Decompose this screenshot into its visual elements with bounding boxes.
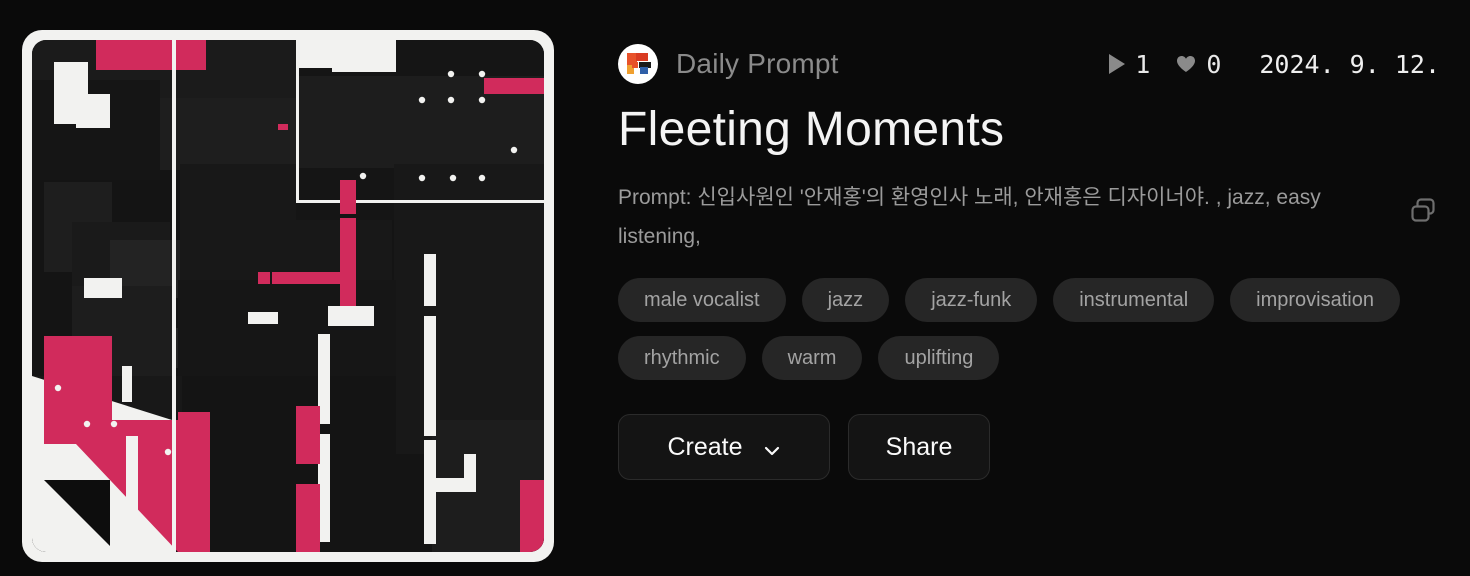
artwork-shapes (32, 40, 544, 552)
prompt-block: Prompt: 신입사원인 '안재홍'의 환영인사 노래, 안재홍은 디자이너야… (618, 179, 1440, 257)
tag-chip[interactable]: jazz (801, 278, 890, 323)
tag-chip[interactable]: improvisation (1230, 278, 1400, 323)
tag-chip[interactable]: warm (761, 336, 863, 381)
channel-name[interactable]: Daily Prompt (676, 48, 839, 80)
artwork-canvas (32, 40, 544, 552)
like-count: 0 (1176, 50, 1221, 79)
album-artwork[interactable] (22, 30, 554, 562)
chevron-down-icon (763, 438, 781, 456)
copy-icon[interactable] (1406, 193, 1440, 227)
tag-chip[interactable]: rhythmic (618, 336, 746, 381)
create-button-label: Create (667, 432, 743, 461)
logo-block (636, 52, 648, 61)
action-buttons: Create Share (618, 414, 1440, 481)
logo-block (631, 61, 638, 68)
artwork-frame (22, 30, 554, 562)
like-count-value: 0 (1206, 49, 1222, 79)
track-detail-page: Daily Prompt 1 0 2024. 9. 12. Fleeting M… (0, 0, 1470, 576)
heart-icon (1176, 55, 1196, 73)
track-detail-panel: Daily Prompt 1 0 2024. 9. 12. Fleeting M… (554, 0, 1470, 481)
publish-date: 2024. 9. 12. (1259, 49, 1440, 79)
play-count-value: 1 (1135, 49, 1151, 79)
share-button[interactable]: Share (848, 414, 990, 481)
tag-chip[interactable]: jazz-funk (905, 278, 1038, 323)
logo-block (639, 67, 648, 75)
meta-row: Daily Prompt 1 0 2024. 9. 12. (618, 42, 1440, 86)
play-count: 1 (1109, 50, 1150, 79)
create-button[interactable]: Create (618, 414, 830, 481)
prompt-text: Prompt: 신입사원인 '안재홍'의 환영인사 노래, 안재홍은 디자이너야… (618, 185, 1321, 248)
stats-group: 1 0 2024. 9. 12. (1083, 50, 1440, 79)
share-button-label: Share (885, 432, 953, 461)
page-title: Fleeting Moments (618, 103, 1005, 156)
play-icon (1109, 54, 1126, 74)
tag-chip[interactable]: instrumental (1053, 278, 1215, 323)
channel-avatar[interactable] (618, 44, 658, 84)
tag-chip[interactable]: male vocalist (618, 278, 786, 323)
art-bottom-left-composition (32, 40, 518, 552)
tag-chip[interactable]: uplifting (878, 336, 1000, 381)
tag-list: male vocalist jazz jazz-funk instrumental im… (618, 278, 1440, 381)
